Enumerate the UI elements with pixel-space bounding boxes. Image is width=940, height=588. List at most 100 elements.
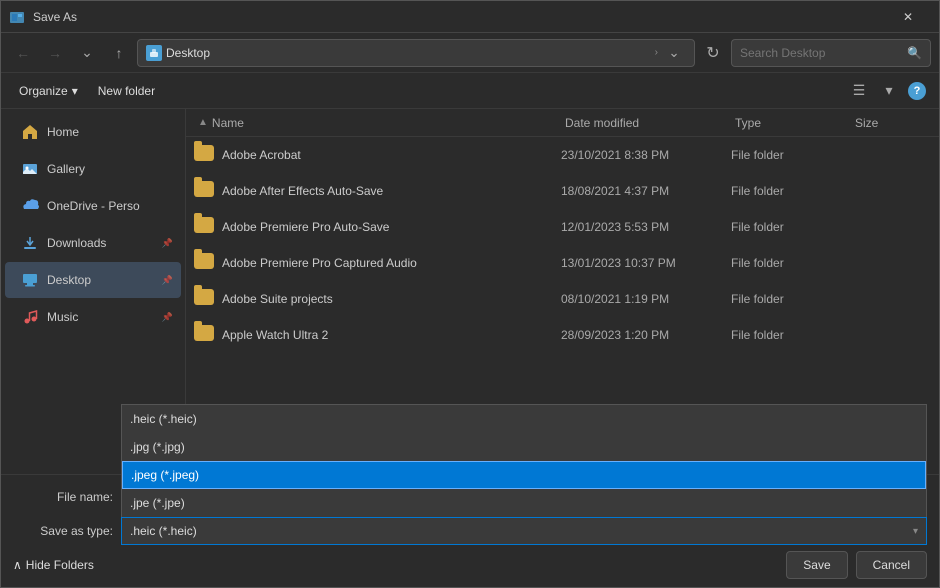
type-option-3[interactable]: .jpe (*.jpe): [122, 489, 926, 517]
type-select-container: .heic (*.heic) ▾ .heic (*.heic).jpg (*.j…: [121, 517, 927, 545]
table-row[interactable]: Adobe After Effects Auto-Save 18/08/2021…: [186, 173, 939, 209]
sidebar-item-desktop[interactable]: Desktop 📌: [5, 262, 181, 298]
address-dropdown-button[interactable]: ⌄: [662, 39, 686, 67]
sidebar-label-gallery: Gallery: [47, 162, 173, 176]
file-type-cell: File folder: [731, 148, 851, 162]
desktop-icon: [21, 271, 39, 289]
forward-button[interactable]: →: [41, 39, 69, 67]
type-select-bar[interactable]: .heic (*.heic) ▾: [121, 517, 927, 545]
bottom-form: File name: Save as type: .heic (*.heic) …: [1, 474, 939, 587]
save-as-dialog: Save As ✕ ← → ⌄ ↑ Desktop › ⌄ ↻ 🔍: [0, 0, 940, 588]
column-header-type[interactable]: Type: [731, 109, 851, 136]
back-button[interactable]: ←: [9, 39, 37, 67]
folder-icon: [194, 289, 214, 309]
address-bar[interactable]: Desktop › ⌄: [137, 39, 695, 67]
file-name-cell: Apple Watch Ultra 2: [222, 328, 561, 342]
cancel-button[interactable]: Cancel: [856, 551, 927, 579]
form-footer-row: ∧ Hide Folders Save Cancel: [13, 551, 927, 579]
title-bar-icon: [9, 9, 25, 25]
sidebar-item-music[interactable]: Music 📌: [5, 299, 181, 335]
file-name-cell: Adobe Premiere Pro Auto-Save: [222, 220, 561, 234]
address-location-icon: [146, 45, 162, 61]
home-icon: [21, 123, 39, 141]
command-bar: Organize ▾ New folder ☰ ▾ ?: [1, 73, 939, 109]
close-button[interactable]: ✕: [885, 1, 931, 33]
table-row[interactable]: Adobe Premiere Pro Auto-Save 12/01/2023 …: [186, 209, 939, 245]
type-option-0[interactable]: .heic (*.heic): [122, 405, 926, 433]
search-icon: 🔍: [907, 46, 922, 60]
file-date-cell: 18/08/2021 4:37 PM: [561, 184, 731, 198]
navigation-toolbar: ← → ⌄ ↑ Desktop › ⌄ ↻ 🔍: [1, 33, 939, 73]
sidebar-label-downloads: Downloads: [47, 236, 154, 250]
folder-icon: [194, 181, 214, 201]
file-list-header: ▲ Name Date modified Type Size: [186, 109, 939, 137]
file-type-cell: File folder: [731, 328, 851, 342]
sidebar-item-gallery[interactable]: Gallery: [5, 151, 181, 187]
folder-icon: [194, 253, 214, 273]
pin-icon-downloads: 📌: [162, 238, 173, 249]
file-type-cell: File folder: [731, 256, 851, 270]
folder-icon: [194, 145, 214, 165]
sidebar-item-onedrive[interactable]: OneDrive - Perso: [5, 188, 181, 224]
column-header-name[interactable]: ▲ Name: [194, 109, 561, 136]
sidebar-item-downloads[interactable]: Downloads 📌: [5, 225, 181, 261]
sidebar-label-onedrive: OneDrive - Perso: [47, 199, 173, 213]
sidebar-item-home[interactable]: Home: [5, 114, 181, 150]
type-option-2[interactable]: .jpeg (*.jpeg): [122, 461, 926, 489]
downloads-icon: [21, 234, 39, 252]
file-name-cell: Adobe Acrobat: [222, 148, 561, 162]
file-date-cell: 13/01/2023 10:37 PM: [561, 256, 731, 270]
view-options-button[interactable]: ☰: [845, 77, 873, 105]
pin-icon-desktop: 📌: [162, 275, 173, 286]
onedrive-icon: [21, 197, 39, 215]
address-text: Desktop: [166, 46, 651, 60]
view-buttons: ☰ ▾: [845, 77, 903, 105]
file-date-cell: 28/09/2023 1:20 PM: [561, 328, 731, 342]
hide-folders-button[interactable]: ∧ Hide Folders: [13, 558, 94, 572]
type-select-value: .heic (*.heic): [130, 524, 197, 538]
type-select-arrow-icon: ▾: [913, 526, 918, 537]
search-input[interactable]: [740, 46, 903, 60]
file-date-cell: 08/10/2021 1:19 PM: [561, 292, 731, 306]
file-type-cell: File folder: [731, 292, 851, 306]
music-icon: [21, 308, 39, 326]
file-name-cell: Adobe Premiere Pro Captured Audio: [222, 256, 561, 270]
file-name-cell: Adobe After Effects Auto-Save: [222, 184, 561, 198]
address-chevron-icon: ›: [655, 47, 658, 58]
pin-icon-music: 📌: [162, 312, 173, 323]
sidebar-label-desktop: Desktop: [47, 273, 154, 287]
file-name-cell: Adobe Suite projects: [222, 292, 561, 306]
folder-icon: [194, 325, 214, 345]
sort-arrow-icon: ▲: [198, 117, 208, 128]
save-type-row: Save as type: .heic (*.heic) ▾ .heic (*.…: [13, 517, 927, 545]
title-bar: Save As ✕: [1, 1, 939, 33]
file-type-cell: File folder: [731, 184, 851, 198]
column-header-size[interactable]: Size: [851, 109, 931, 136]
search-box[interactable]: 🔍: [731, 39, 931, 67]
file-type-cell: File folder: [731, 220, 851, 234]
file-name-label: File name:: [13, 490, 113, 504]
save-type-label: Save as type:: [13, 524, 113, 538]
save-button[interactable]: Save: [786, 551, 847, 579]
table-row[interactable]: Adobe Suite projects 08/10/2021 1:19 PM …: [186, 281, 939, 317]
view-dropdown-button[interactable]: ▾: [875, 77, 903, 105]
file-date-cell: 12/01/2023 5:53 PM: [561, 220, 731, 234]
history-dropdown-button[interactable]: ⌄: [73, 39, 101, 67]
table-row[interactable]: Apple Watch Ultra 2 28/09/2023 1:20 PM F…: [186, 317, 939, 353]
type-dropdown: .heic (*.heic).jpg (*.jpg).jpeg (*.jpeg)…: [121, 404, 927, 517]
help-button[interactable]: ?: [903, 77, 931, 105]
title-bar-text: Save As: [33, 10, 885, 24]
folder-icon: [194, 217, 214, 237]
organize-button[interactable]: Organize ▾: [9, 77, 88, 105]
file-date-cell: 23/10/2021 8:38 PM: [561, 148, 731, 162]
type-option-1[interactable]: .jpg (*.jpg): [122, 433, 926, 461]
gallery-icon: [21, 160, 39, 178]
table-row[interactable]: Adobe Acrobat 23/10/2021 8:38 PM File fo…: [186, 137, 939, 173]
sidebar-label-music: Music: [47, 310, 154, 324]
refresh-button[interactable]: ↻: [699, 39, 727, 67]
new-folder-button[interactable]: New folder: [88, 77, 165, 105]
sidebar-label-home: Home: [47, 125, 173, 139]
column-header-date[interactable]: Date modified: [561, 109, 731, 136]
table-row[interactable]: Adobe Premiere Pro Captured Audio 13/01/…: [186, 245, 939, 281]
up-button[interactable]: ↑: [105, 39, 133, 67]
